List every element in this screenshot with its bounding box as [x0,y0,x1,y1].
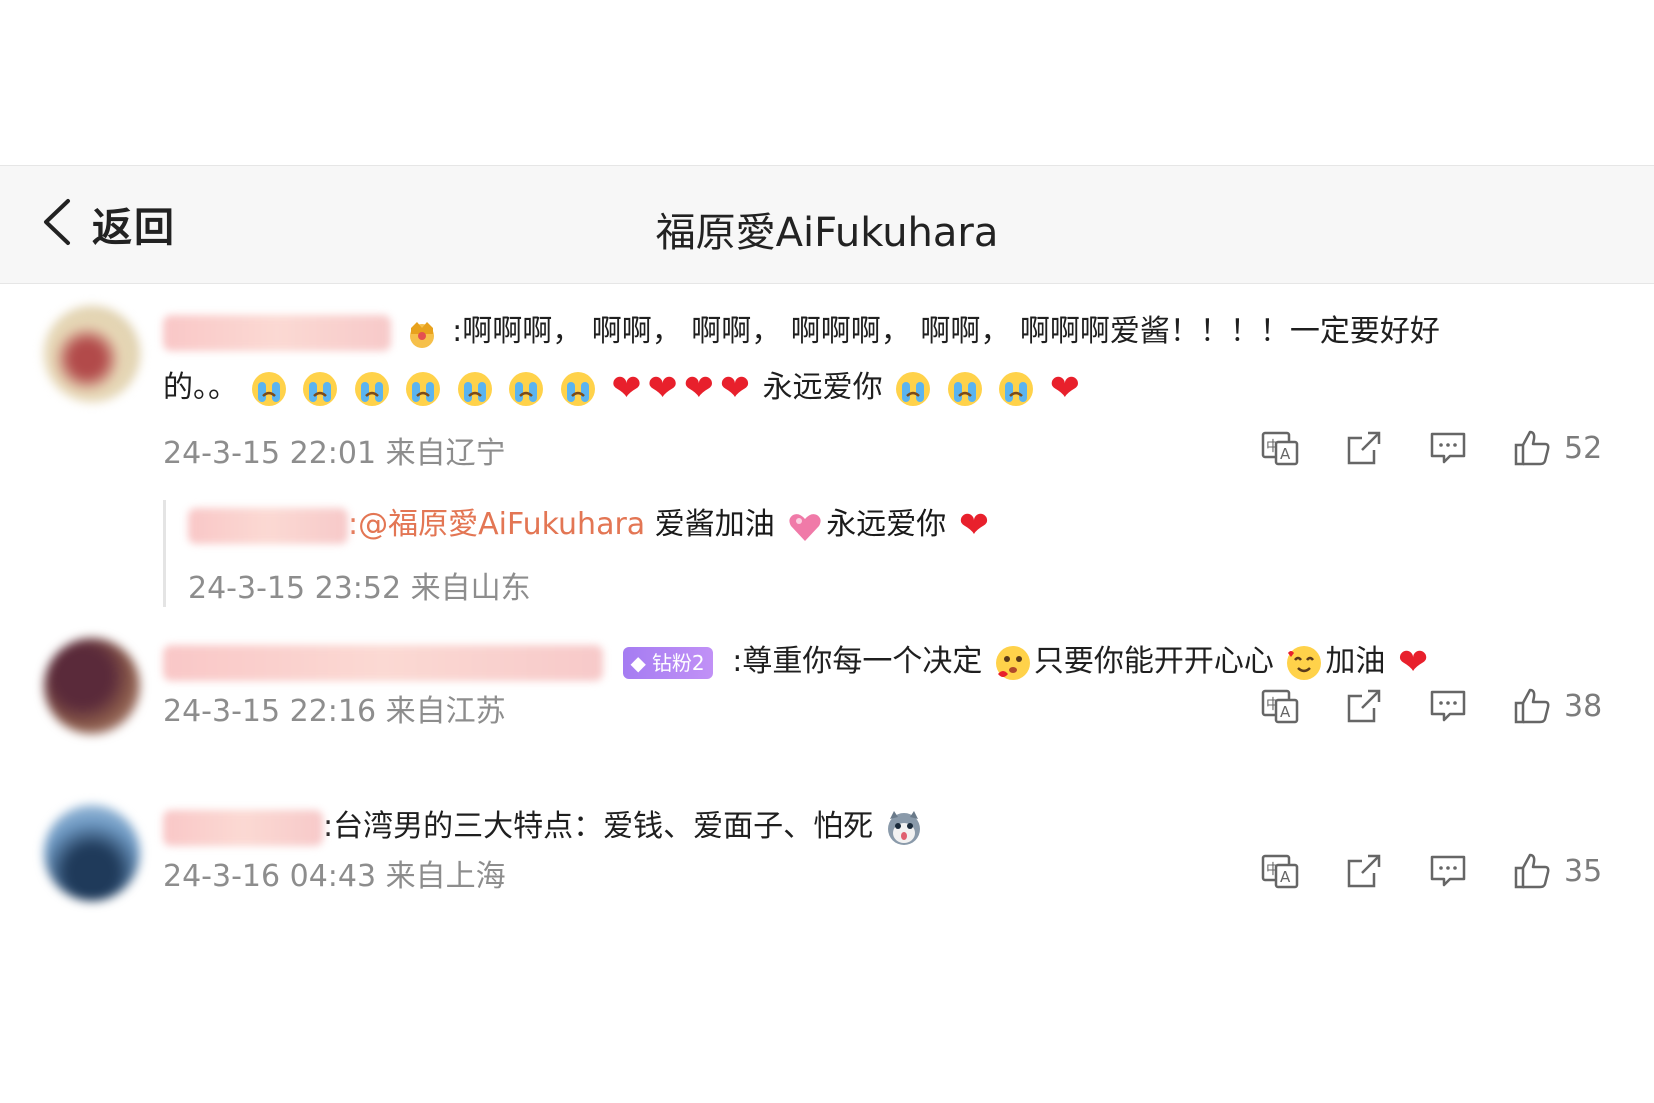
reply-text: 永远爱你 [826,507,947,542]
like-count: 38 [1564,688,1603,724]
crying-emoji-icon [997,370,1035,408]
translate-icon[interactable]: 中A [1260,686,1300,726]
heart-icon: ❤ [719,367,751,409]
crying-emoji-icon [894,370,932,408]
crying-emoji-icon [559,370,597,408]
svg-text:A: A [1280,445,1291,463]
comment-text: 只要你能开开心心 [1033,644,1274,679]
comment-text: 的。。 [163,370,238,405]
reply-text: 爱酱加油 [645,507,775,542]
heart-icon: ❤ [647,367,678,409]
heart-icon: ❤ [958,504,989,546]
crying-emoji-icon [250,370,288,408]
crown-badge-icon [403,314,441,352]
comment-text: :台湾男的三大特点：爱钱、爱面子、怕死 [323,809,874,844]
page-title: 福原愛AiFukuhara [655,210,999,256]
diamond-icon: ◆ [630,650,646,675]
share-icon[interactable] [1344,428,1384,468]
reply-meta: 24-3-15 23:52 来自山东 [188,570,531,606]
crying-emoji-icon [404,370,442,408]
top-nav-bar: 返回 福原愛AiFukuhara [0,165,1654,284]
comment-icon[interactable] [1428,428,1468,468]
thinking-emoji-icon [994,644,1032,682]
mention-link[interactable]: :@福原愛AiFukuhara [348,507,645,542]
heart-icon: ❤ [1397,641,1429,683]
username[interactable] [163,644,603,681]
like-icon[interactable] [1512,428,1552,468]
comment-text: :尊重你每一个决定 [732,644,983,679]
heart-icon: ❤ [683,367,714,409]
share-icon[interactable] [1344,686,1384,726]
like-icon[interactable] [1512,851,1552,891]
svg-text:A: A [1280,868,1291,886]
username[interactable] [188,507,348,544]
comment-meta: 24-3-15 22:16 来自江苏 [163,694,506,729]
avatar[interactable] [44,805,140,901]
comment-meta: 24-3-16 04:43 来自上海 [163,859,506,894]
crying-emoji-icon [353,370,391,408]
translate-icon[interactable]: 中A [1260,428,1300,468]
comment-text: :啊啊啊， 啊啊， 啊啊， 啊啊啊， 啊啊， 啊啊啊爱酱！！！！一定要好好 [452,314,1440,349]
heart-icon: ❤ [1049,367,1080,409]
svg-text:A: A [1280,703,1291,721]
comment-icon[interactable] [1428,851,1468,891]
username[interactable] [163,809,323,846]
crying-emoji-icon [301,370,339,408]
crying-emoji-icon [507,370,545,408]
like-count: 35 [1564,853,1603,889]
crying-emoji-icon [946,370,984,408]
crying-emoji-icon [456,370,494,408]
heart-icon: ❤ [611,367,642,409]
husky-dog-emoji-icon [885,809,923,847]
username[interactable] [163,314,391,351]
heart-gift-icon [786,507,824,545]
translate-icon[interactable]: 中A [1260,851,1300,891]
fan-level-badge: ◆ 钻粉2 [622,646,713,679]
comment-icon[interactable] [1428,686,1468,726]
comment-meta: 24-3-15 22:01 来自辽宁 [163,436,506,471]
avatar[interactable] [44,638,140,734]
reply-item: :@福原愛AiFukuhara 爱酱加油 永远爱你 ❤ 24-3-15 23:5… [163,500,1188,607]
share-icon[interactable] [1344,851,1384,891]
smiling-hearts-emoji-icon [1285,644,1323,682]
comment-text: 加油 [1325,644,1386,679]
like-count: 52 [1564,430,1603,466]
avatar[interactable] [44,306,140,402]
like-icon[interactable] [1512,686,1552,726]
comment-text: 永远爱你 [762,370,883,405]
